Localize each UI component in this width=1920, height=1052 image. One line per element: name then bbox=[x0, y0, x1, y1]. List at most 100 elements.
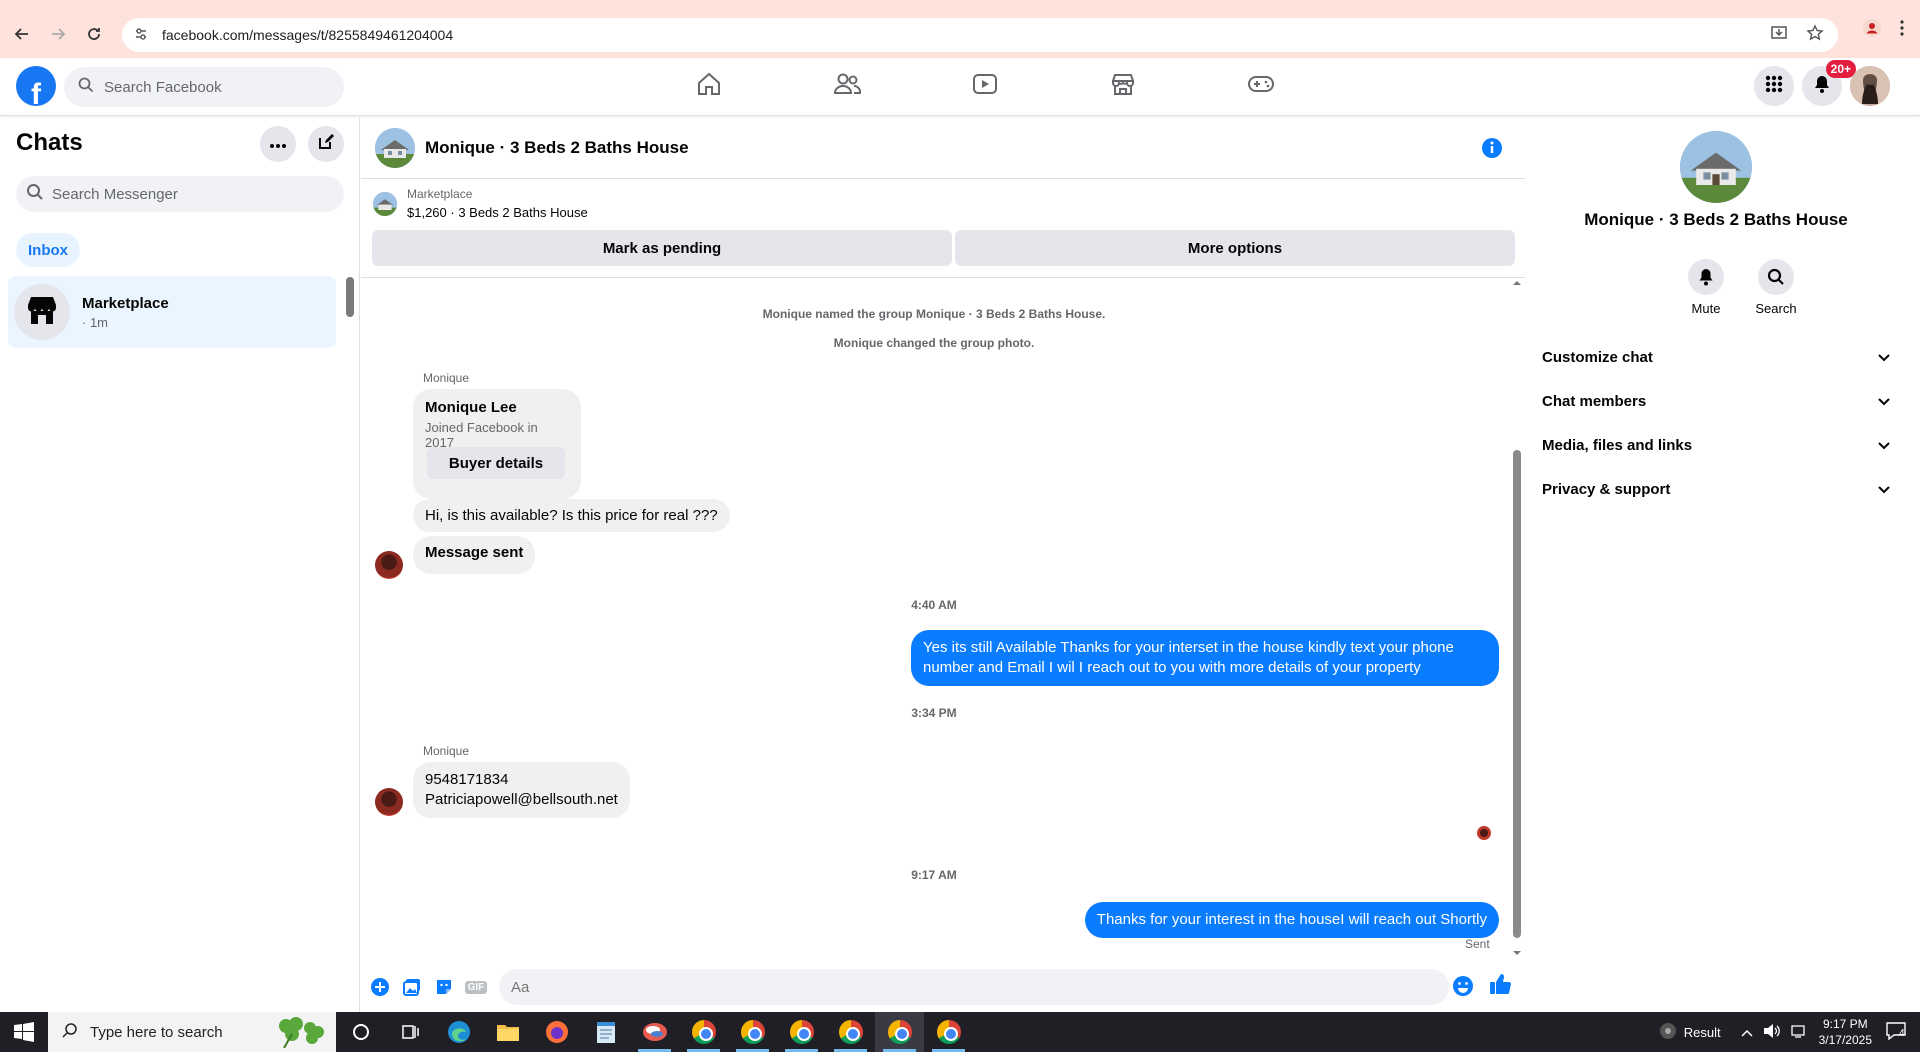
incoming-message[interactable]: Hi, is this available? Is this price for… bbox=[413, 499, 730, 532]
tray-label[interactable]: Result bbox=[1684, 1025, 1721, 1040]
sender-avatar[interactable] bbox=[375, 551, 403, 579]
clock-time: 9:17 PM bbox=[1822, 1017, 1868, 1031]
nav-gaming[interactable] bbox=[1192, 58, 1330, 114]
sender-name: Monique bbox=[423, 371, 470, 385]
mute-button[interactable]: Mute bbox=[1676, 259, 1736, 316]
buyer-name: Monique Lee bbox=[425, 399, 517, 416]
thumbs-up-icon[interactable] bbox=[1488, 972, 1512, 1001]
chatlist-scrollbar[interactable] bbox=[346, 277, 354, 317]
file-explorer-icon[interactable] bbox=[483, 1012, 532, 1052]
buyer-card: Monique Lee Joined Facebook in 2017 Buye… bbox=[413, 389, 581, 499]
forward-icon[interactable] bbox=[40, 16, 76, 52]
buyer-details-button[interactable]: Buyer details bbox=[427, 447, 565, 479]
chevron-up-icon[interactable] bbox=[1741, 1025, 1753, 1040]
network-icon[interactable] bbox=[1790, 1023, 1809, 1042]
chevron-down-icon bbox=[1878, 437, 1890, 454]
section-label: Privacy & support bbox=[1542, 480, 1671, 498]
sender-avatar[interactable] bbox=[375, 788, 403, 816]
facebook-search-input[interactable]: Search Facebook bbox=[64, 67, 344, 107]
more-dots-icon bbox=[270, 135, 286, 153]
site-info-icon[interactable] bbox=[134, 27, 148, 44]
firefox-icon[interactable] bbox=[532, 1012, 581, 1052]
plus-icon[interactable] bbox=[367, 974, 393, 1000]
install-app-icon[interactable] bbox=[1770, 24, 1788, 45]
emoji-icon[interactable] bbox=[1452, 975, 1474, 1002]
edge-icon[interactable] bbox=[434, 1012, 483, 1052]
photo-icon[interactable] bbox=[399, 974, 425, 1000]
section-chat-members[interactable]: Chat members bbox=[1542, 383, 1890, 419]
notification-center-icon[interactable]: 4 bbox=[1886, 1021, 1906, 1043]
volume-icon[interactable] bbox=[1763, 1023, 1781, 1042]
chrome-icon[interactable] bbox=[777, 1012, 826, 1052]
marketplace-listing[interactable]: Marketplace $1,260 · 3 Beds 2 Baths Hous… bbox=[373, 187, 588, 220]
taskbar-search-input[interactable]: Type here to search bbox=[48, 1012, 336, 1052]
incoming-message[interactable]: Message sent bbox=[413, 536, 536, 574]
search-placeholder: Search Facebook bbox=[104, 78, 222, 96]
marketplace-icon bbox=[1110, 71, 1136, 102]
windows-start-icon[interactable] bbox=[0, 1012, 48, 1052]
messages-scrollbar-thumb[interactable] bbox=[1513, 450, 1521, 938]
search-icon bbox=[62, 1022, 78, 1042]
nav-friends[interactable] bbox=[778, 58, 916, 114]
system-message: Monique named the group Monique · 3 Beds… bbox=[762, 307, 1106, 321]
chat-list-panel: Chats Search Messenger Inbox Marketplace… bbox=[0, 117, 360, 1012]
sender-name: Monique bbox=[423, 744, 470, 758]
cortana-icon[interactable] bbox=[336, 1012, 385, 1052]
search-conversation-button[interactable]: Search bbox=[1746, 259, 1806, 316]
mute-label: Mute bbox=[1691, 301, 1721, 316]
taskbar-clock[interactable]: 9:17 PM 3/17/2025 bbox=[1819, 1016, 1872, 1048]
thread-title[interactable]: Monique · 3 Beds 2 Baths House bbox=[425, 138, 689, 158]
conversation-item[interactable]: Marketplace · 1m bbox=[8, 276, 336, 348]
system-message: Monique changed the group photo. bbox=[833, 336, 1035, 350]
chrome-icon[interactable] bbox=[875, 1012, 924, 1052]
chrome-icon[interactable] bbox=[826, 1012, 875, 1052]
messenger-search-input[interactable]: Search Messenger bbox=[16, 176, 344, 212]
mark-as-pending-button[interactable]: Mark as pending bbox=[372, 230, 952, 266]
facebook-logo[interactable]: f bbox=[16, 66, 56, 106]
section-media-files-links[interactable]: Media, files and links bbox=[1542, 427, 1890, 463]
user-photo-icon bbox=[1850, 66, 1890, 106]
inbox-filter[interactable]: Inbox bbox=[16, 233, 80, 267]
back-icon[interactable] bbox=[4, 16, 40, 52]
nav-marketplace[interactable] bbox=[1054, 58, 1192, 114]
facebook-header: f Search Facebook 20+ bbox=[0, 58, 1920, 116]
notepad-icon[interactable] bbox=[581, 1012, 630, 1052]
chrome-icon[interactable] bbox=[924, 1012, 973, 1052]
new-message-button[interactable] bbox=[308, 126, 344, 162]
chat-options-button[interactable] bbox=[260, 126, 296, 162]
outgoing-message[interactable]: Thanks for your interest in the houseI w… bbox=[1084, 902, 1499, 938]
profile-icon[interactable] bbox=[1862, 18, 1882, 43]
chrome-icon[interactable] bbox=[728, 1012, 777, 1052]
more-options-button[interactable]: More options bbox=[955, 230, 1515, 266]
menu-button[interactable] bbox=[1754, 66, 1794, 106]
reload-icon[interactable] bbox=[76, 16, 112, 52]
notifications-button[interactable]: 20+ bbox=[1802, 60, 1856, 106]
timestamp: 4:40 AM bbox=[911, 598, 957, 612]
gif-icon[interactable]: GIF bbox=[463, 974, 489, 1000]
group-photo[interactable] bbox=[375, 127, 415, 168]
message-input[interactable] bbox=[499, 969, 1449, 1005]
nav-video[interactable] bbox=[916, 58, 1054, 114]
section-customize-chat[interactable]: Customize chat bbox=[1542, 339, 1890, 375]
info-button[interactable] bbox=[1481, 137, 1503, 164]
shamrock-icon bbox=[268, 1016, 328, 1052]
group-photo-large[interactable] bbox=[1680, 131, 1752, 203]
sticker-icon[interactable] bbox=[431, 974, 457, 1000]
outgoing-message[interactable]: Yes its still Available Thanks for your … bbox=[911, 630, 1499, 686]
section-privacy-support[interactable]: Privacy & support bbox=[1542, 471, 1890, 507]
account-avatar[interactable] bbox=[1850, 66, 1890, 106]
chrome-icon[interactable] bbox=[679, 1012, 728, 1052]
section-label: Customize chat bbox=[1542, 348, 1653, 366]
chrome-profile-icon[interactable] bbox=[630, 1012, 679, 1052]
bookmark-star-icon[interactable] bbox=[1806, 24, 1824, 45]
app-tray-icon[interactable] bbox=[1658, 1021, 1678, 1044]
address-bar[interactable]: facebook.com/messages/t/8255849461204004 bbox=[122, 18, 1838, 52]
notification-badge: 20+ bbox=[1825, 60, 1856, 78]
task-view-icon[interactable] bbox=[385, 1012, 434, 1052]
browser-menu-icon[interactable] bbox=[1900, 20, 1904, 41]
nav-home[interactable] bbox=[640, 58, 778, 114]
timestamp: 3:34 PM bbox=[911, 706, 957, 720]
windows-taskbar: Type here to search Result 9:17 PM 3/17/… bbox=[0, 1012, 1920, 1052]
incoming-message[interactable]: 9548171834 Patriciapowell@bellsouth.net bbox=[413, 762, 630, 818]
marketplace-store-icon bbox=[25, 293, 59, 332]
